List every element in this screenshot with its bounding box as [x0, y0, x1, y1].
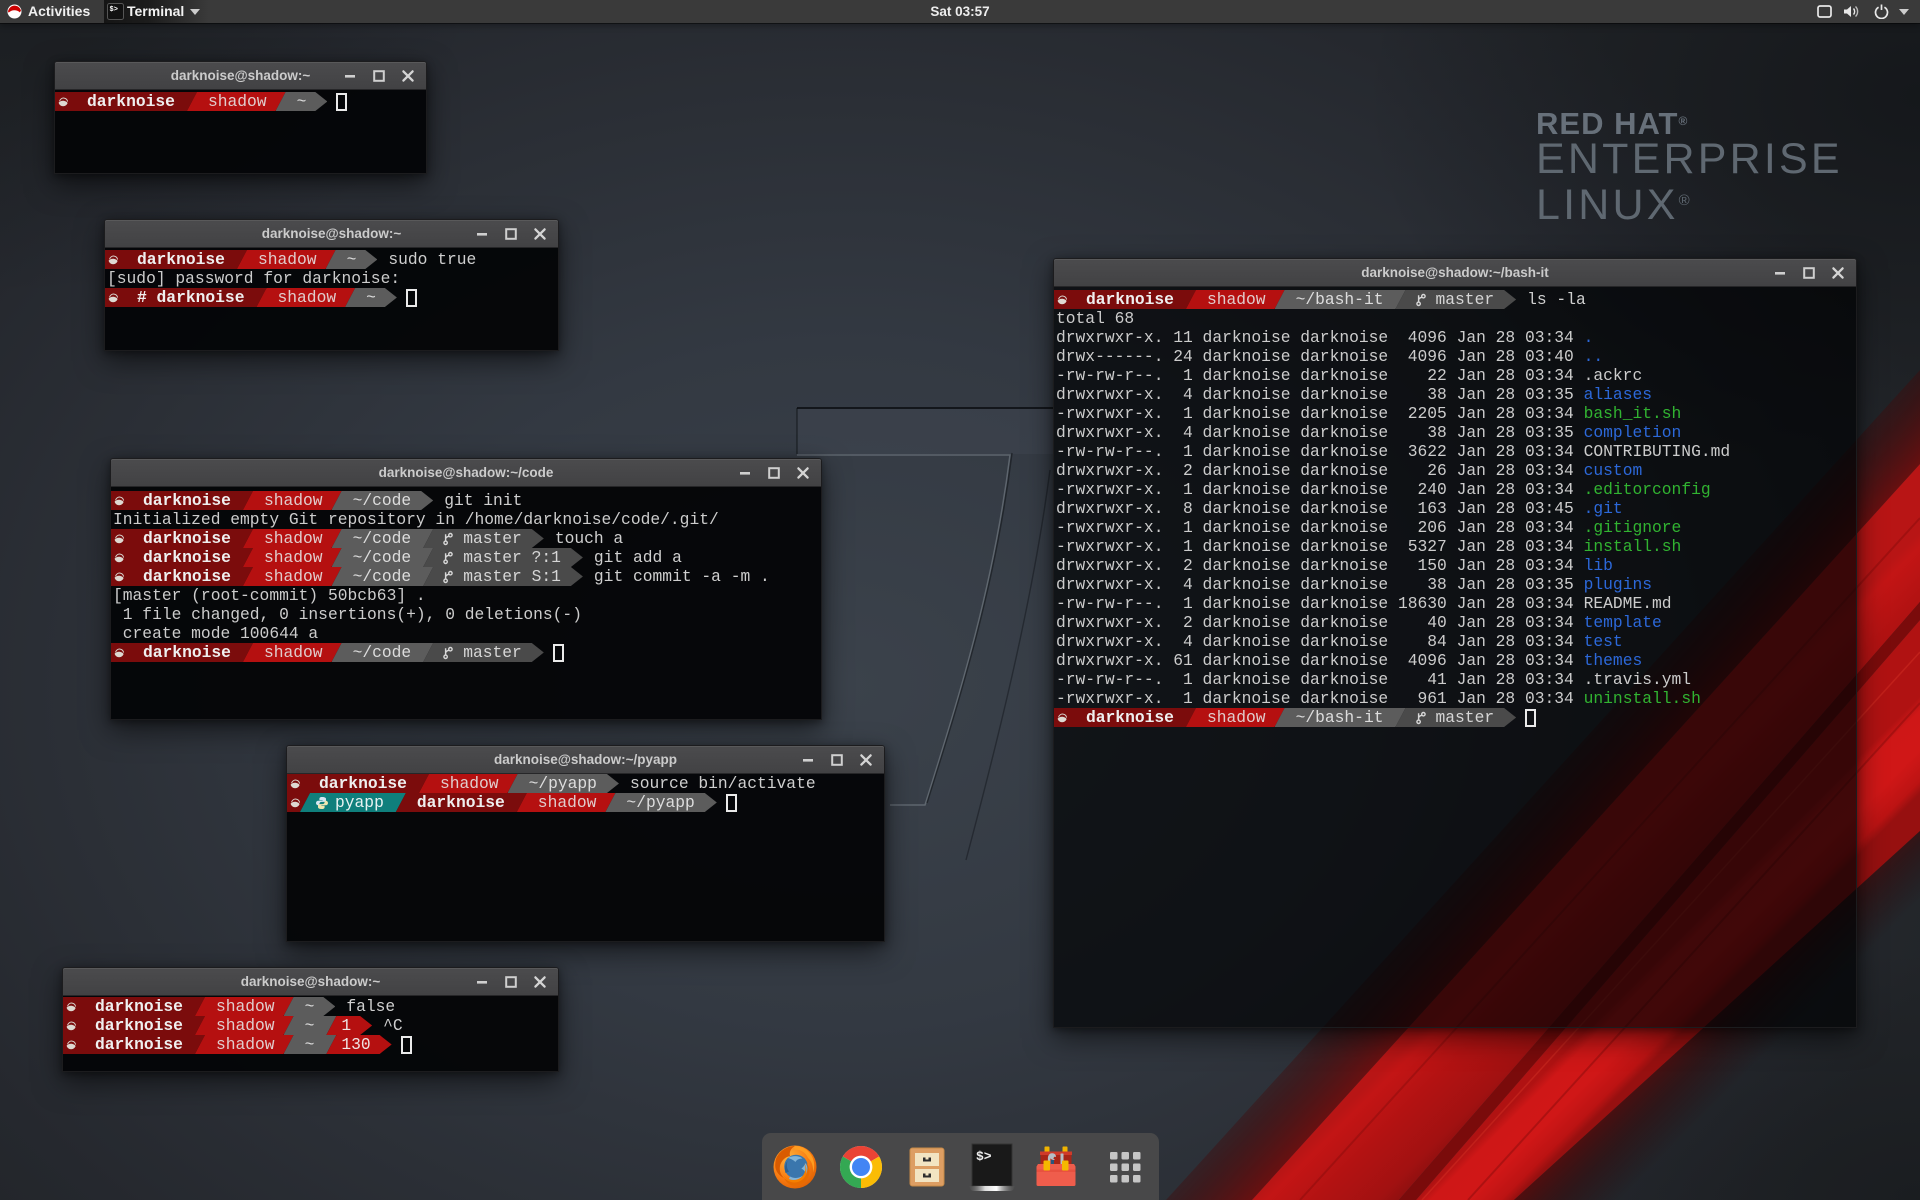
svg-text:$>: $>: [976, 1149, 992, 1164]
